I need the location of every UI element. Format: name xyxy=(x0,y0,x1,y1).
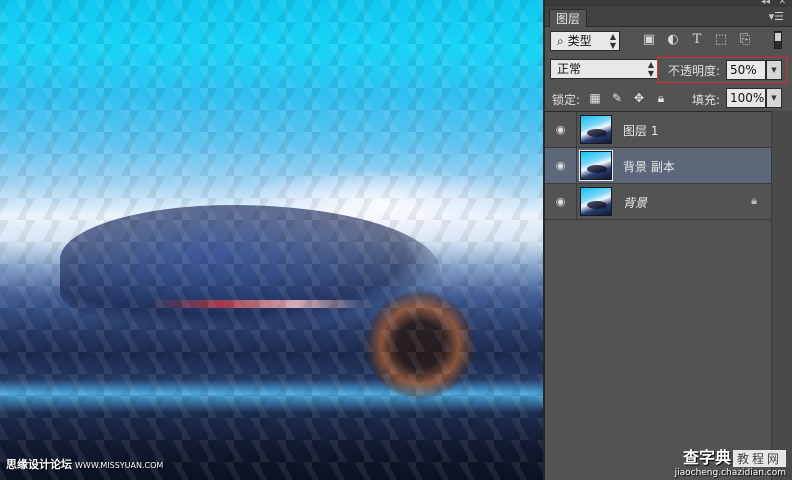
opacity-label: 不透明度: xyxy=(668,64,721,78)
lock-transparent-pixels-icon[interactable]: ▦ xyxy=(587,90,603,106)
watermark-site-name: 思缘设计论坛 xyxy=(6,458,72,471)
layer-thumbnail[interactable] xyxy=(580,115,612,144)
fill-input[interactable]: 100% xyxy=(726,88,766,108)
fill-dropdown-button[interactable]: ▼ xyxy=(766,88,782,108)
image-filter-icon[interactable]: ▣ xyxy=(640,31,658,49)
layer-name[interactable]: 图层 1 xyxy=(623,122,658,139)
layer-row-layer-1[interactable]: ◉ 图层 1 xyxy=(545,112,771,148)
lock-fill-row: 锁定: ▦ ✎ ✥ 🔒︎ 填充: 100% ▼ xyxy=(545,85,792,113)
lock-all-icon[interactable]: 🔒︎ xyxy=(653,90,669,106)
corner-watermark: 查字典 教程网 jiaocheng.chazidian.com xyxy=(675,444,786,478)
blend-mode-select[interactable]: 正常 ▲ ▼ xyxy=(550,59,658,79)
blend-opacity-row: 正常 ▲ ▼ 不透明度: 50% ▼ xyxy=(545,55,792,85)
eye-icon[interactable]: ◉ xyxy=(545,184,577,219)
opacity-highlight-box: 不透明度: 50% ▼ xyxy=(657,57,788,83)
layers-panel: ◂◂ ✕ 图层 ▾☰ ⌕ 类型 ▲ ▼ ▣ ◐ T ⬚ ⎘ 正常 ▲ ▼ 不透明度:… xyxy=(543,0,792,480)
panel-menu-icon[interactable]: ▾☰ xyxy=(769,10,784,23)
watermark-url: WWW.MISSYUAN.COM xyxy=(75,461,164,470)
layer-row-background-copy[interactable]: ◉ 背景 副本 xyxy=(545,148,771,184)
search-icon: ⌕ xyxy=(557,34,564,48)
filter-toggle-switch[interactable] xyxy=(774,31,782,49)
select-arrows-icon: ▲ ▼ xyxy=(647,60,654,78)
tab-layers[interactable]: 图层 xyxy=(549,9,588,27)
layers-list: ◉ 图层 1 ◉ 背景 副本 ◉ 背景 🔒︎ xyxy=(545,111,771,480)
opacity-input[interactable]: 50% xyxy=(726,60,766,80)
shape-filter-icon[interactable]: ⬚ xyxy=(712,31,730,49)
layers-scrollbar[interactable] xyxy=(771,111,792,480)
eye-icon[interactable]: ◉ xyxy=(545,148,577,183)
panel-tab-bar: 图层 ▾☰ xyxy=(545,7,792,27)
fill-label: 填充: xyxy=(692,93,721,107)
eye-icon[interactable]: ◉ xyxy=(545,112,577,147)
select-arrows-icon: ▲ ▼ xyxy=(609,32,616,50)
layer-row-background[interactable]: ◉ 背景 🔒︎ xyxy=(545,184,771,220)
opacity-dropdown-button[interactable]: ▼ xyxy=(766,60,782,80)
document-canvas[interactable]: 思缘设计论坛 WWW.MISSYUAN.COM xyxy=(0,0,543,480)
site-watermark: 思缘设计论坛 WWW.MISSYUAN.COM xyxy=(6,456,163,472)
close-panel-icon[interactable]: ✕ xyxy=(778,0,786,7)
layer-thumbnail[interactable] xyxy=(580,187,612,216)
layer-name[interactable]: 背景 xyxy=(623,194,647,211)
watermark-brand: 查字典 xyxy=(682,448,731,467)
watermark-tag: 教程网 xyxy=(732,450,786,467)
smart-object-filter-icon[interactable]: ⎘ xyxy=(736,31,754,49)
layer-thumbnail[interactable] xyxy=(579,150,613,181)
layer-locked-icon: 🔒︎ xyxy=(751,194,757,207)
layer-filter-row: ⌕ 类型 ▲ ▼ ▣ ◐ T ⬚ ⎘ xyxy=(545,27,792,55)
blend-mode-value: 正常 xyxy=(557,62,582,76)
filter-kind-label: 类型 xyxy=(567,34,592,48)
watermark-url-right: jiaocheng.chazidian.com xyxy=(674,468,786,478)
type-filter-icon[interactable]: T xyxy=(688,31,706,49)
filter-kind-select[interactable]: ⌕ 类型 ▲ ▼ xyxy=(550,31,620,51)
collapse-panel-icon[interactable]: ◂◂ xyxy=(761,0,770,7)
lock-label: 锁定: xyxy=(552,93,581,107)
layer-name[interactable]: 背景 副本 xyxy=(623,158,675,175)
triangle-pattern-overlay xyxy=(0,0,543,480)
lock-position-icon[interactable]: ✥ xyxy=(631,90,647,106)
adjustment-filter-icon[interactable]: ◐ xyxy=(664,31,682,49)
lock-image-pixels-icon[interactable]: ✎ xyxy=(609,90,625,106)
panel-title-strip: ◂◂ ✕ xyxy=(545,0,792,7)
